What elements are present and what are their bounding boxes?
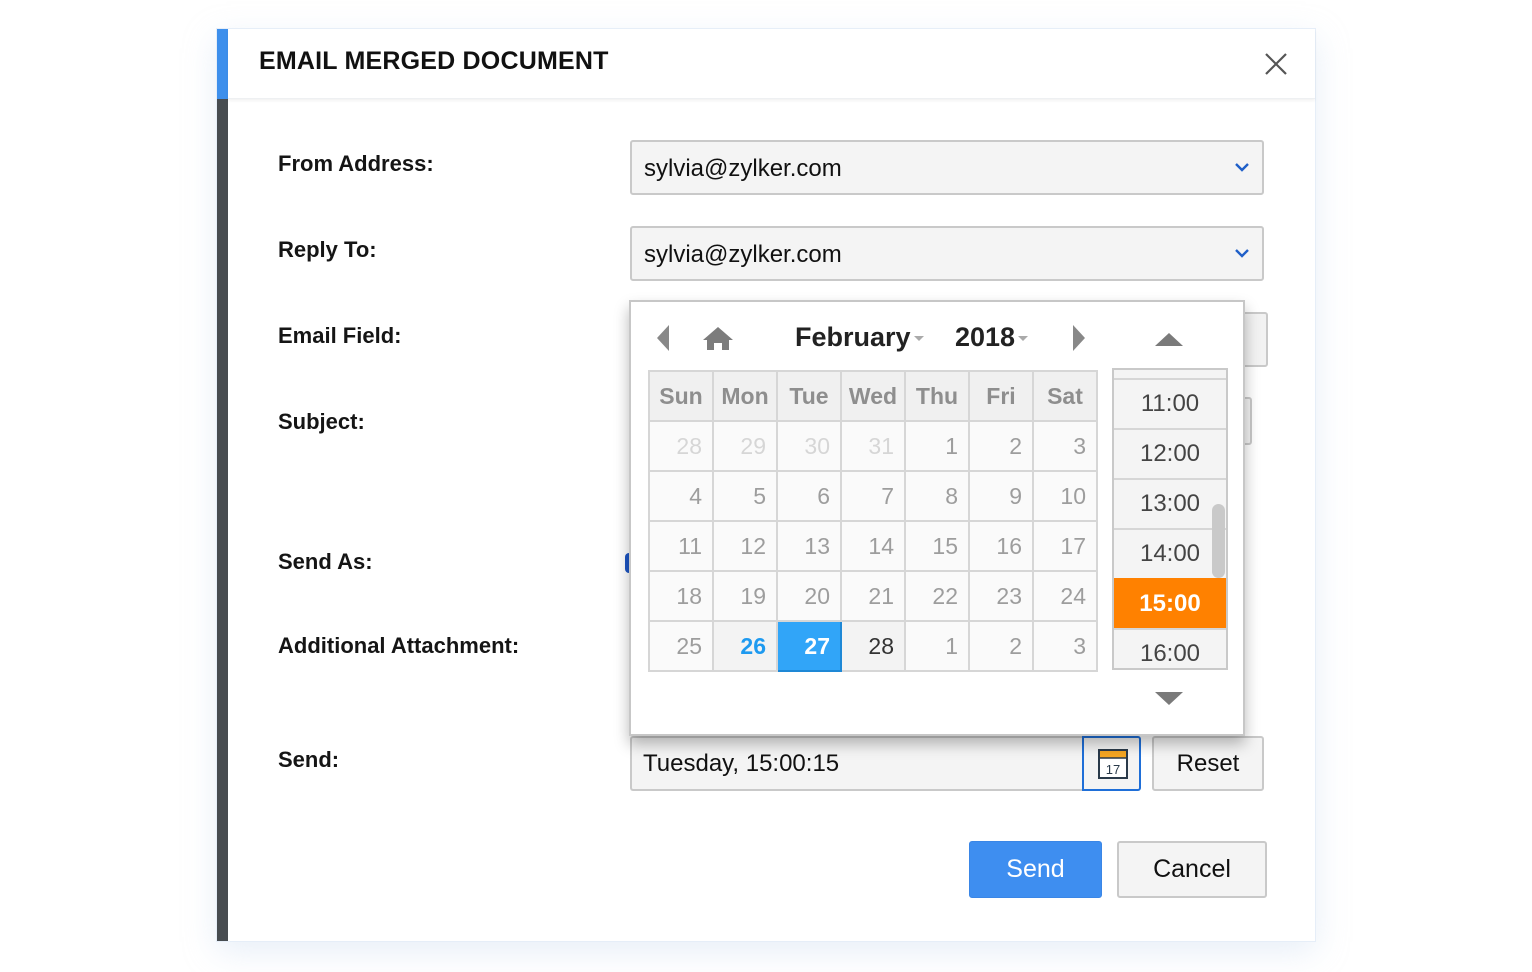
dialog-accent-bar [217,29,228,941]
time-option[interactable]: 11:00 [1114,378,1226,428]
month-value: February [795,322,911,352]
time-list-scrollbar[interactable] [1212,504,1225,578]
calendar-day[interactable]: 3 [1032,420,1098,472]
calendar-day[interactable]: 3 [1032,620,1098,672]
calendar-day[interactable]: 30 [776,420,842,472]
calendar-week-row: 18 19 20 21 22 23 24 [648,570,1098,622]
time-option[interactable]: 12:00 [1114,428,1226,478]
dialog-title: EMAIL MERGED DOCUMENT [259,47,609,75]
reply-to-value: sylvia@zylker.com [644,241,842,268]
calendar-day[interactable]: 20 [776,570,842,622]
calendar-day[interactable]: 2 [968,420,1034,472]
calendar-day[interactable]: 21 [840,570,906,622]
send-label: Send: [278,747,340,772]
calendar-day[interactable]: 11 [648,520,714,572]
chevron-down-icon [1235,163,1249,172]
reset-button[interactable]: Reset [1152,736,1264,791]
weekday-header: Thu [904,370,970,422]
calendar-day[interactable]: 10 [1032,470,1098,522]
calendar-week-row: 28 29 30 31 1 2 3 [648,420,1098,472]
calendar-day[interactable]: 4 [648,470,714,522]
calendar-day-selected[interactable]: 27 [776,620,842,672]
time-list: 11:00 12:00 13:00 14:00 15:00 16:00 [1112,368,1228,670]
send-as-label: Send As: [278,549,373,574]
time-option[interactable]: 16:00 [1114,628,1226,668]
calendar-day[interactable]: 19 [712,570,778,622]
calendar-day[interactable]: 22 [904,570,970,622]
home-icon[interactable] [701,324,735,352]
send-datetime-input[interactable]: Tuesday, 15:00:15 [630,736,1084,791]
cancel-button[interactable]: Cancel [1117,841,1267,898]
additional-attachment-label: Additional Attachment: [278,633,520,658]
calendar-day[interactable]: 7 [840,470,906,522]
weekday-header: Sat [1032,370,1098,422]
calendar-day[interactable]: 18 [648,570,714,622]
weekday-header: Tue [776,370,842,422]
calendar-day[interactable]: 9 [968,470,1034,522]
calendar-day[interactable]: 1 [904,620,970,672]
year-dropdown[interactable]: 2018 [955,322,1029,353]
calendar-day[interactable]: 17 [1032,520,1098,572]
datetime-picker-popup: February 2018 Sun Mon Tue Wed Thu Fri Sat 28 29… [629,300,1245,736]
calendar-day[interactable]: 5 [712,470,778,522]
calendar-day[interactable]: 28 [648,420,714,472]
calendar-day[interactable]: 6 [776,470,842,522]
prev-month-icon[interactable] [655,324,673,352]
calendar-day[interactable]: 14 [840,520,906,572]
month-dropdown[interactable]: February [795,322,924,353]
calendar-day[interactable]: 16 [968,520,1034,572]
calendar-day[interactable]: 25 [648,620,714,672]
next-month-icon[interactable] [1069,324,1087,352]
calendar-icon: 17 [1098,749,1128,779]
weekday-header: Fri [968,370,1034,422]
weekday-header-row: Sun Mon Tue Wed Thu Fri Sat [648,370,1098,422]
calendar-day[interactable]: 24 [1032,570,1098,622]
caret-down-icon [1018,336,1029,342]
email-field-label: Email Field: [278,323,402,348]
calendar-day[interactable]: 29 [712,420,778,472]
time-scroll-down-icon[interactable] [1155,690,1183,706]
send-datetime-value: Tuesday, 15:00:15 [643,750,840,777]
year-value: 2018 [955,322,1016,352]
calendar-day-today[interactable]: 26 [712,620,778,672]
calendar-button[interactable]: 17 [1082,736,1141,791]
dialog-accent-bar-top [217,29,228,99]
calendar-day[interactable]: 23 [968,570,1034,622]
weekday-header: Sun [648,370,714,422]
time-option[interactable]: 13:00 [1114,478,1226,528]
from-address-label: From Address: [278,151,434,176]
calendar-week-row: 25 26 27 28 1 2 3 [648,620,1098,672]
time-option[interactable]: 14:00 [1114,528,1226,578]
calendar-day[interactable]: 2 [968,620,1034,672]
calendar-day[interactable]: 28 [840,620,906,672]
calendar-day[interactable]: 13 [776,520,842,572]
close-button[interactable] [1263,51,1289,77]
time-option-selected[interactable]: 15:00 [1114,578,1226,628]
calendar-day[interactable]: 12 [712,520,778,572]
from-address-select[interactable]: sylvia@zylker.com [630,140,1264,195]
dialog-header: EMAIL MERGED DOCUMENT [228,29,1315,99]
calendar-day[interactable]: 15 [904,520,970,572]
calendar-day[interactable]: 31 [840,420,906,472]
caret-down-icon [913,336,924,342]
subject-label: Subject: [278,409,365,434]
reply-to-select[interactable]: sylvia@zylker.com [630,226,1264,281]
calendar-day[interactable]: 1 [904,420,970,472]
send-button[interactable]: Send [969,841,1102,898]
calendar-grid: Sun Mon Tue Wed Thu Fri Sat 28 29 30 31 1 2 3 4 5 6 7 8 9 1… [648,370,1098,672]
time-scroll-up-icon[interactable] [1155,332,1183,348]
close-icon [1265,53,1287,75]
weekday-header: Wed [840,370,906,422]
calendar-day[interactable]: 8 [904,470,970,522]
from-address-value: sylvia@zylker.com [644,155,842,182]
calendar-week-row: 4 5 6 7 8 9 10 [648,470,1098,522]
calendar-week-row: 11 12 13 14 15 16 17 [648,520,1098,572]
reply-to-label: Reply To: [278,237,377,262]
chevron-down-icon [1235,249,1249,258]
weekday-header: Mon [712,370,778,422]
calendar-icon-day: 17 [1106,762,1120,777]
